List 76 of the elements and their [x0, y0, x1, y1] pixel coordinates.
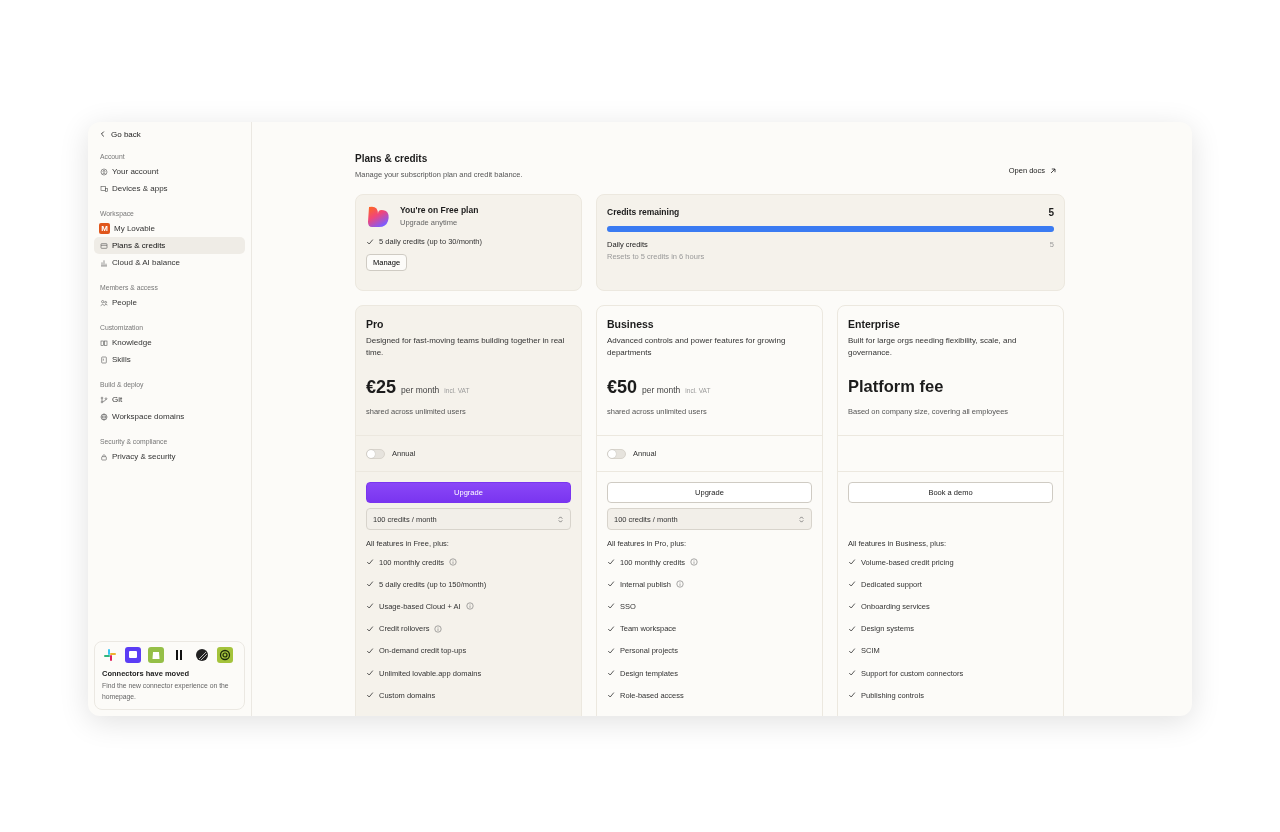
- plan-description: Advanced controls and power features for growing departments: [607, 335, 787, 359]
- check-icon: [366, 237, 374, 246]
- sidebar-item[interactable]: People: [94, 294, 245, 311]
- check-icon: [848, 646, 856, 655]
- book-icon: [100, 338, 108, 347]
- chevron-updown-icon: [798, 514, 805, 524]
- annual-toggle[interactable]: [366, 448, 385, 459]
- info-icon[interactable]: [690, 558, 699, 567]
- check-icon: [848, 691, 856, 700]
- price-period: per month: [642, 385, 681, 395]
- sidebar-item[interactable]: Git: [94, 391, 245, 408]
- price-period: per month: [401, 385, 440, 395]
- devices-icon: [100, 184, 108, 193]
- workspace-badge: M: [99, 223, 110, 234]
- check-icon: [607, 669, 615, 678]
- lock-icon: [100, 452, 108, 461]
- heart-logo-icon: [366, 205, 390, 229]
- check-icon: [366, 624, 374, 633]
- check-icon: [366, 669, 374, 678]
- sidebar-item[interactable]: Skills: [94, 351, 245, 368]
- external-arrow-icon: [1049, 166, 1057, 175]
- sidebar-item[interactable]: Your account: [94, 163, 245, 180]
- check-icon: [848, 580, 856, 589]
- check-icon: [848, 602, 856, 611]
- price: Platform fee: [848, 377, 944, 396]
- check-icon: [366, 558, 374, 567]
- check-icon: [607, 558, 615, 567]
- user-icon: [100, 167, 108, 176]
- striped-circle-logo-icon: [194, 647, 210, 663]
- plan-name: Business: [607, 318, 655, 330]
- check-icon: [607, 580, 615, 589]
- plan-description: Designed for fast-moving teams building together in real time.: [366, 335, 566, 359]
- check-icon: [366, 602, 374, 611]
- info-icon[interactable]: [675, 580, 684, 589]
- check-icon: [848, 669, 856, 678]
- sidebar-item[interactable]: Cloud & AI balance: [94, 254, 245, 271]
- price: €50: [607, 377, 638, 398]
- check-icon: [848, 624, 856, 633]
- info-icon[interactable]: [449, 558, 458, 567]
- sidebar-item[interactable]: M My Lovable: [94, 220, 245, 237]
- sidebar-item[interactable]: Plans & credits: [94, 237, 245, 254]
- info-icon[interactable]: [465, 602, 474, 611]
- check-icon: [366, 646, 374, 655]
- check-icon: [607, 624, 615, 633]
- chart-icon: [100, 258, 108, 267]
- price: €25: [366, 377, 397, 398]
- sidebar-item[interactable]: Devices & apps: [94, 180, 245, 197]
- check-icon: [848, 558, 856, 567]
- plan-title: You're on Free plan: [400, 205, 479, 215]
- globe-icon: [100, 412, 108, 421]
- check-icon: [607, 646, 615, 655]
- plan-description: Built for large orgs needing flexibility, scale, and governance.: [848, 335, 1018, 359]
- git-icon: [100, 395, 108, 404]
- info-icon[interactable]: [434, 624, 443, 633]
- sidebar-item[interactable]: Workspace domains: [94, 408, 245, 425]
- hash-logo-icon: [102, 647, 118, 663]
- plan-name: Pro: [366, 318, 385, 330]
- card-icon: [100, 241, 108, 250]
- back-chevron-icon: [99, 130, 107, 138]
- check-icon: [607, 691, 615, 700]
- annual-toggle[interactable]: [607, 448, 626, 459]
- chevron-updown-icon: [557, 514, 564, 524]
- chat-logo-icon: [125, 647, 141, 663]
- credits-title: Credits remaining: [607, 207, 680, 217]
- bag-logo-icon: [148, 647, 164, 663]
- page-title: Plans & credits: [355, 153, 429, 164]
- check-icon: [607, 602, 615, 611]
- sidebar-item[interactable]: Knowledge: [94, 334, 245, 351]
- plan-name: Enterprise: [848, 318, 901, 330]
- people-icon: [100, 298, 108, 307]
- back-link[interactable]: Go back: [94, 128, 245, 140]
- check-icon: [366, 691, 374, 700]
- credits-count: 5: [1048, 207, 1054, 218]
- check-icon: [366, 580, 374, 589]
- sidebar-item[interactable]: Privacy & security: [94, 448, 245, 465]
- file-icon: [100, 355, 108, 364]
